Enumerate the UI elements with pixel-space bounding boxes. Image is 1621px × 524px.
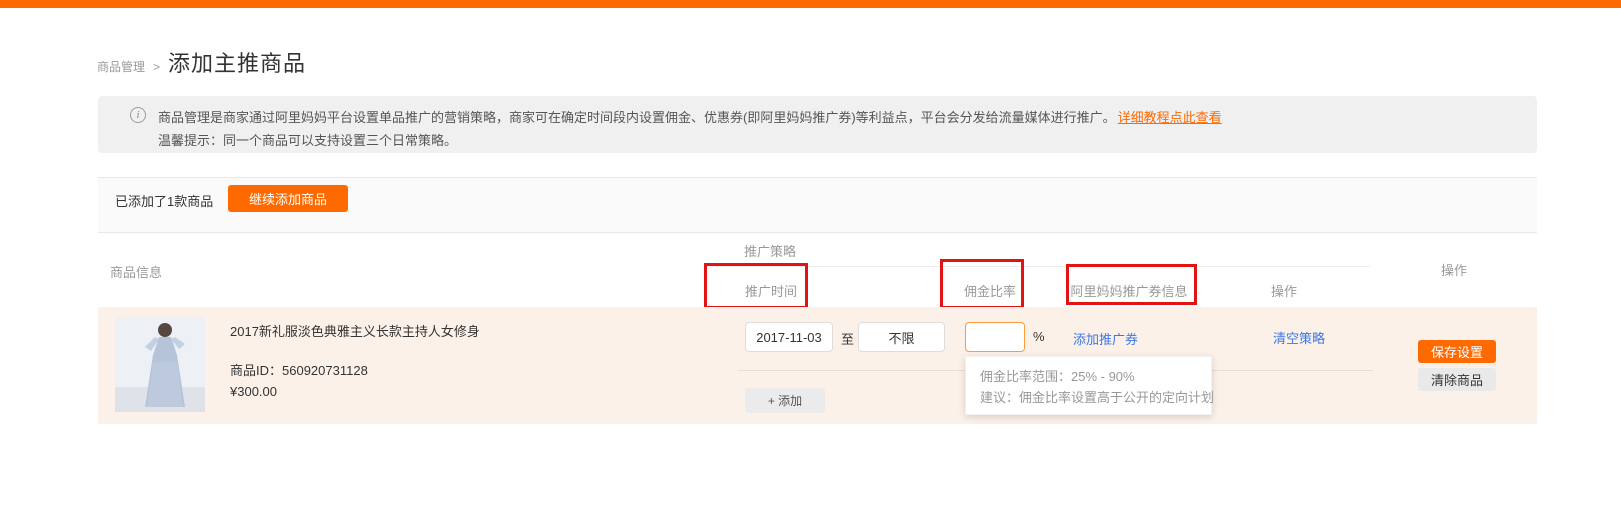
tooltip-line2: 建议：佣金比率设置高于公开的定向计划: [980, 387, 1211, 408]
save-settings-button[interactable]: 保存设置: [1418, 340, 1496, 363]
highlight-box-commission: [940, 259, 1024, 309]
col-group-strategy: 推广策略: [744, 241, 796, 260]
tutorial-link[interactable]: 详细教程点此查看: [1118, 110, 1222, 125]
product-image: [115, 317, 205, 412]
commission-input[interactable]: [965, 322, 1025, 352]
breadcrumb-separator: >: [153, 60, 160, 74]
product-price: ¥300.00: [230, 384, 277, 399]
end-date-input[interactable]: [858, 322, 945, 352]
product-row: 2017新礼服淡色典雅主义长款主持人女修身 商品ID：560920731128 …: [98, 307, 1537, 424]
col-action: 操作: [1271, 281, 1297, 300]
added-count-text: 已添加了1款商品: [115, 191, 213, 210]
date-range-to-label: 至: [841, 329, 854, 348]
top-accent-bar: [0, 0, 1621, 8]
breadcrumb: 商品管理 > 添加主推商品: [97, 46, 306, 78]
continue-add-button[interactable]: 继续添加商品: [228, 185, 348, 212]
strategy-group-divider: [713, 266, 1370, 267]
tooltip-line1: 佣金比率范围：25% - 90%: [980, 366, 1211, 387]
breadcrumb-section-link[interactable]: 商品管理: [97, 58, 145, 75]
start-date-input[interactable]: [745, 322, 833, 352]
percent-sign: %: [1033, 329, 1045, 344]
highlight-box-promo-time: [704, 263, 808, 309]
add-strategy-button[interactable]: + 添加: [745, 388, 825, 413]
info-icon: i: [130, 107, 146, 123]
highlight-box-coupon: [1066, 264, 1197, 305]
toolbar: 已添加了1款商品 继续添加商品: [98, 177, 1537, 232]
col-action-right: 操作: [1441, 260, 1467, 279]
col-product-info: 商品信息: [110, 262, 162, 281]
notice-text: 商品管理是商家通过阿里妈妈平台设置单品推广的营销策略，商家可在确定时间段内设置佣…: [158, 110, 1116, 125]
add-coupon-link[interactable]: 添加推广券: [1073, 329, 1138, 348]
notice-line2: 温馨提示：同一个商品可以支持设置三个日常策略。: [158, 130, 457, 149]
table-header: 商品信息 推广策略 推广时间 佣金比率 阿里妈妈推广券信息 操作 操作: [98, 232, 1537, 307]
remove-product-button[interactable]: 清除商品: [1418, 368, 1496, 391]
dress-photo-placeholder: [115, 317, 205, 412]
page: 商品管理 > 添加主推商品 i 商品管理是商家通过阿里妈妈平台设置单品推广的营销…: [0, 0, 1621, 524]
notice-box: i 商品管理是商家通过阿里妈妈平台设置单品推广的营销策略，商家可在确定时间段内设…: [98, 96, 1537, 153]
product-title: 2017新礼服淡色典雅主义长款主持人女修身: [230, 321, 480, 340]
clear-strategy-link[interactable]: 清空策略: [1273, 328, 1325, 347]
product-id: 商品ID：560920731128: [230, 360, 368, 379]
commission-tooltip: 佣金比率范围：25% - 90% 建议：佣金比率设置高于公开的定向计划: [965, 356, 1212, 415]
page-title: 添加主推商品: [168, 46, 306, 78]
notice-line1: 商品管理是商家通过阿里妈妈平台设置单品推广的营销策略，商家可在确定时间段内设置佣…: [158, 107, 1222, 126]
